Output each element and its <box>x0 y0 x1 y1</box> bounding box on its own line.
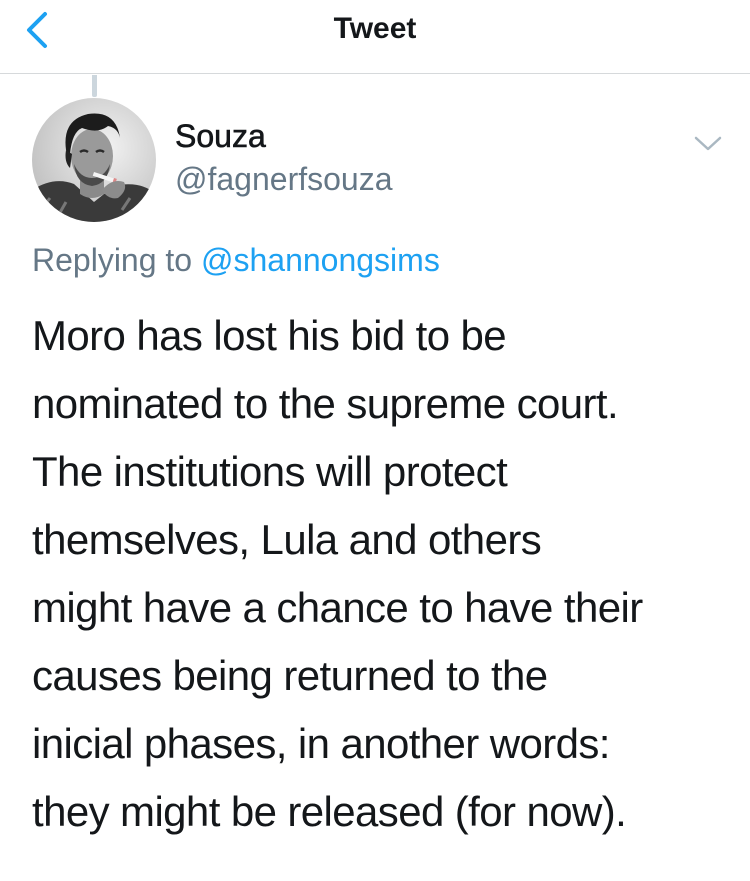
replying-to-label: Replying to <box>32 242 193 278</box>
navigation-bar: Tweet <box>0 0 750 74</box>
tweet-text-line: Moro has lost his bid to be <box>32 312 507 359</box>
chevron-down-icon <box>694 136 722 151</box>
author-username[interactable]: @fagnerfsouza <box>175 161 393 198</box>
page-title: Tweet <box>333 12 417 45</box>
tweet-text-line: The institutions will protect <box>32 448 508 495</box>
replying-to-handle-link[interactable]: @shannongsims <box>201 242 440 278</box>
tweet-menu-button[interactable] <box>690 128 726 158</box>
tweet-text-line: might have a chance to have their <box>32 584 643 631</box>
avatar[interactable] <box>32 98 156 222</box>
tweet-text-line: causes being returned to the <box>32 652 548 699</box>
author-display-name[interactable]: Souza <box>175 118 266 155</box>
replying-to-line: Replying to @shannongsims <box>32 242 440 279</box>
tweet-text: Moro has lost his bid to be nominated to… <box>32 302 732 846</box>
tweet-text-line: nominated to the supreme court. <box>32 380 619 427</box>
tweet-text-line: inicial phases, in another words: <box>32 720 610 767</box>
profile-photo <box>32 98 156 222</box>
tweet-text-line: they might be released (for now). <box>32 788 627 835</box>
thread-connector-line <box>92 75 97 97</box>
tweet-text-line: themselves, Lula and others <box>32 516 542 563</box>
